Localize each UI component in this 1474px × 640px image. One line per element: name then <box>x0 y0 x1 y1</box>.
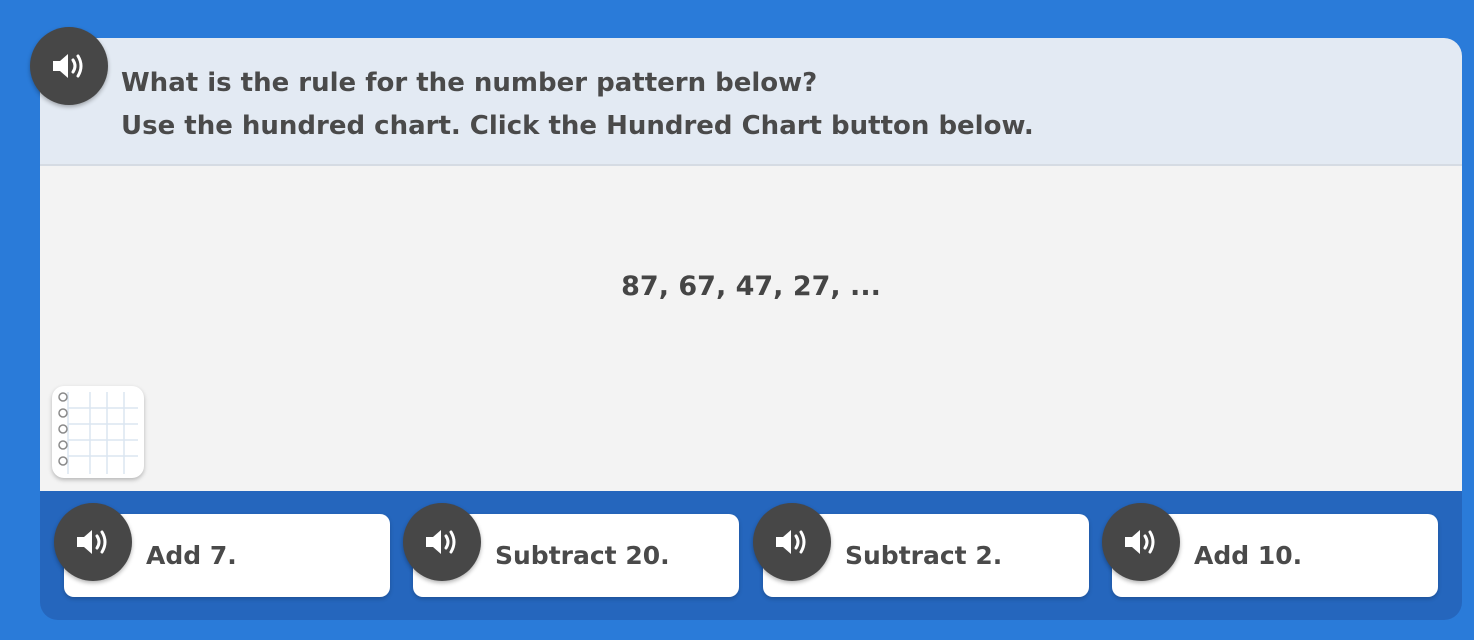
question-line-1: What is the rule for the number pattern … <box>121 68 818 98</box>
speaker-icon <box>77 530 107 554</box>
speaker-icon <box>1125 530 1155 554</box>
answer-label: Add 7. <box>146 541 237 570</box>
answer-1-audio-button[interactable] <box>54 503 132 581</box>
speaker-icon <box>776 530 806 554</box>
question-line-2: Use the hundred chart. Click the Hundred… <box>121 111 1034 141</box>
hundred-chart-icon <box>58 392 138 474</box>
question-prompt: What is the rule for the number pattern … <box>121 62 1034 148</box>
work-area: 87, 67, 47, 27, ... <box>40 166 1462 491</box>
speaker-icon <box>426 530 456 554</box>
number-pattern: 87, 67, 47, 27, ... <box>621 271 881 302</box>
question-header: What is the rule for the number pattern … <box>40 38 1462 166</box>
question-audio-button[interactable] <box>30 27 108 105</box>
answer-3-audio-button[interactable] <box>753 503 831 581</box>
answer-4-audio-button[interactable] <box>1102 503 1180 581</box>
answer-2-audio-button[interactable] <box>403 503 481 581</box>
answer-label: Subtract 2. <box>845 541 1003 570</box>
hundred-chart-button[interactable] <box>52 386 144 478</box>
answer-label: Subtract 20. <box>495 541 670 570</box>
answer-label: Add 10. <box>1194 541 1303 570</box>
speaker-icon <box>53 54 83 78</box>
